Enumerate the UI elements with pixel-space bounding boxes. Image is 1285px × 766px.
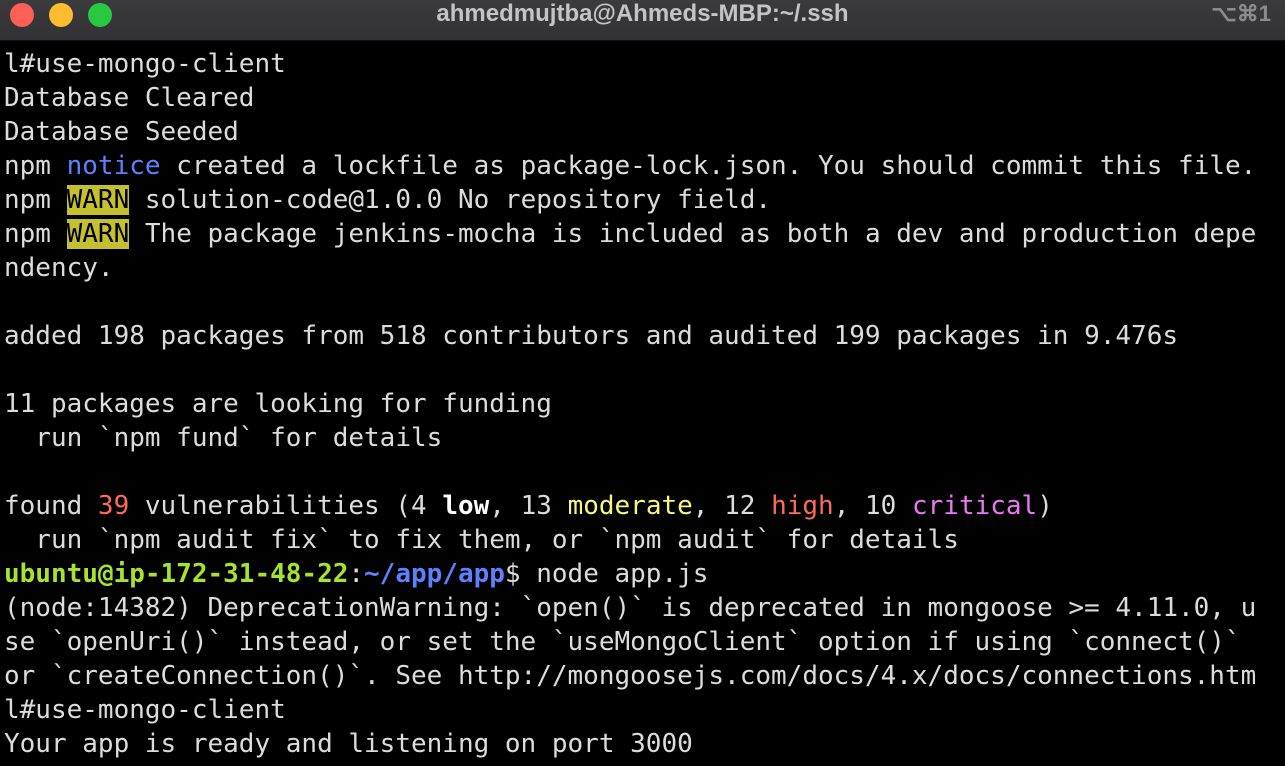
warn-message: solution-code@1.0.0 No repository field. <box>129 185 772 215</box>
terminal-line: npm notice created a lockfile as package… <box>4 149 1285 183</box>
terminal-line: added 198 packages from 518 contributors… <box>4 321 1178 351</box>
warn-message: The package jenkins-mocha is included as… <box>129 219 1257 249</box>
vulnerability-count: 39 <box>97 491 130 521</box>
text-segment: vulnerabilities (4 <box>129 491 443 521</box>
terminal-output[interactable]: l#use-mongo-client Database Cleared Data… <box>4 47 1285 761</box>
terminal-window: ahmedmujtba@Ahmeds-MBP:~/.ssh ⌥⌘1 l#use-… <box>0 0 1285 766</box>
prompt-user-host: ubuntu@ip-172-31-48-22 <box>4 559 349 589</box>
terminal-line: 11 packages are looking for funding <box>4 389 552 419</box>
tab-shortcut-label: ⌥⌘1 <box>1211 1 1271 26</box>
terminal-line: l#use-mongo-client <box>4 49 286 79</box>
text-segment: , 10 <box>833 491 912 521</box>
npm-prefix: npm <box>4 219 67 249</box>
text-segment: found <box>4 491 98 521</box>
npm-prefix: npm <box>4 185 67 215</box>
notice-message: created a lockfile as package-lock.json.… <box>160 151 1257 181</box>
terminal-line: (node:14382) DeprecationWarning: `open()… <box>4 593 1257 623</box>
warn-badge: WARN <box>66 185 130 215</box>
text-segment: ) <box>1037 491 1053 521</box>
severity-high: high <box>771 491 834 521</box>
terminal-line: npm WARN The package jenkins-mocha is in… <box>4 217 1285 251</box>
prompt-command: $ node app.js <box>504 559 709 589</box>
shell-prompt-line: ubuntu@ip-172-31-48-22:~/app/app$ node a… <box>4 557 1285 591</box>
terminal-line: run `npm audit fix` to fix them, or `npm… <box>4 525 959 555</box>
text-segment: , 13 <box>489 491 568 521</box>
notice-label: notice <box>66 151 161 181</box>
terminal-line: l#use-mongo-client <box>4 695 286 725</box>
terminal-line: Database Seeded <box>4 117 239 147</box>
terminal-line: Database Cleared <box>4 83 255 113</box>
title-bar: ahmedmujtba@Ahmeds-MBP:~/.ssh ⌥⌘1 <box>0 0 1285 41</box>
text-segment: , 12 <box>692 491 772 521</box>
vulnerabilities-line: found 39 vulnerabilities (4 low, 13 mode… <box>4 489 1285 523</box>
terminal-line: npm WARN solution-code@1.0.0 No reposito… <box>4 183 1285 217</box>
terminal-line: ndency. <box>4 253 114 283</box>
terminal-line: run `npm fund` for details <box>4 423 443 453</box>
prompt-separator: : <box>348 559 365 589</box>
severity-critical: critical <box>911 491 1038 521</box>
npm-prefix: npm <box>4 151 67 181</box>
severity-moderate: moderate <box>567 491 693 521</box>
window-title: ahmedmujtba@Ahmeds-MBP:~/.ssh <box>436 0 849 27</box>
terminal-line: or `createConnection()`. See http://mong… <box>4 661 1257 691</box>
warn-badge: WARN <box>66 219 130 249</box>
severity-low: low <box>442 491 490 521</box>
prompt-path: ~/app/app <box>364 559 505 589</box>
terminal-line: se `openUri()` instead, or set the `useM… <box>4 627 1241 657</box>
terminal-line: Your app is ready and listening on port … <box>4 729 693 759</box>
